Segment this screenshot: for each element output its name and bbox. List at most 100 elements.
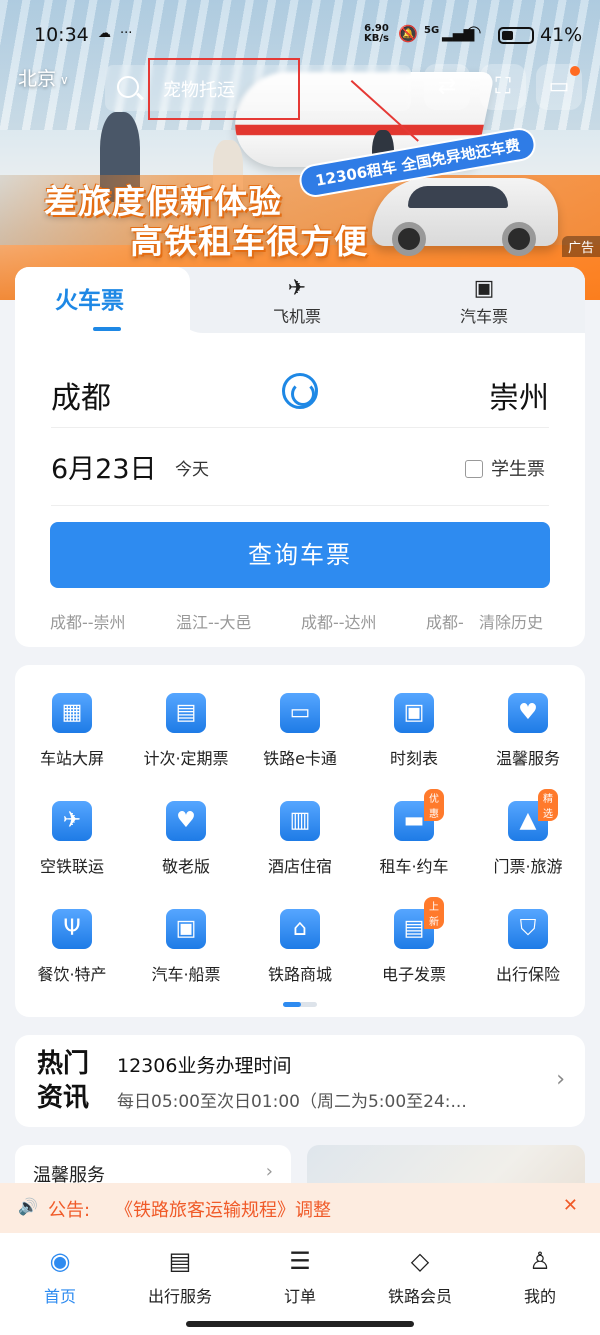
more-notifications-icon: ··· (120, 26, 133, 41)
active-tab-indicator (93, 327, 121, 331)
history-item[interactable]: 成都--达州 (301, 609, 377, 633)
service-car[interactable]: ▬ 优惠 租车·约车 (357, 789, 471, 877)
city-selector[interactable]: 北京 ∨ (18, 64, 69, 91)
service-label: 温馨服务 (495, 749, 560, 768)
news-title: 12306业务办理时间 (117, 1055, 292, 1077)
nav-luggage[interactable]: ▤ 出行服务 (120, 1245, 240, 1307)
hot-news-logo: 热门 资讯 (37, 1047, 89, 1115)
service-heart[interactable]: ♥ 敬老版 (129, 801, 243, 877)
travel-date[interactable]: 6月23日 (51, 447, 157, 486)
close-icon[interactable]: ✕ (563, 1195, 578, 1216)
service-ecard[interactable]: ▭ 铁路e卡通 (243, 693, 357, 769)
service-mountain[interactable]: ▲ 精选门票·旅游 (471, 789, 585, 877)
history-item[interactable]: 温江--大邑 (176, 609, 252, 633)
service-label: 铁路e卡通 (263, 749, 337, 768)
profile-icon: ♙ (529, 1247, 551, 1275)
service-invoice[interactable]: ▤ 上新 电子发票 (357, 897, 471, 985)
service-label: 空铁联运 (39, 857, 104, 876)
nav-diamond[interactable]: ◇ 铁路会员 (360, 1245, 480, 1307)
student-ticket-toggle[interactable]: 学生票 (465, 455, 545, 481)
divider (51, 427, 549, 428)
ticket-search-card: 火车票 ✈ 飞机票 ▣ 汽车票 成都 崇州 6月23日 今天 学生票 查询车票 … (15, 267, 585, 647)
service-label: 电子发票 (381, 965, 446, 984)
service-label: 敬老版 (161, 857, 210, 876)
nav-order[interactable]: ☰ 订单 (240, 1245, 360, 1307)
swap-stations-button[interactable] (282, 373, 318, 409)
from-station[interactable]: 成都 (51, 373, 111, 417)
chevron-right-icon: › (556, 1067, 565, 1092)
fork-knife-icon: Ψ (52, 909, 92, 949)
nav-label: 铁路会员 (387, 1287, 452, 1306)
to-station[interactable]: 崇州 (489, 373, 549, 417)
nav-label: 出行服务 (147, 1287, 212, 1306)
heart-bag-icon: ♥ (508, 693, 548, 733)
divider (51, 505, 549, 506)
checkbox[interactable] (465, 460, 483, 478)
tab-bus-tickets[interactable]: ▣ 汽车票 (460, 275, 508, 327)
service-label: 门票·旅游 (493, 857, 563, 876)
clock: 10:34 (34, 24, 89, 46)
service-building[interactable]: ▥ 酒店住宿 (243, 801, 357, 877)
announcement-text: 《铁路旅客运输规程》调整 (115, 1200, 331, 1221)
status-bar: 10:34 ☁ ··· 6.90 KB/s 🔕 5G ▂▄▆ ◠ 41% (0, 0, 600, 66)
order-icon: ☰ (289, 1247, 311, 1275)
highlight-box-annotation (148, 58, 300, 120)
services-grid: ▦ 车站大屏 ▤ 计次·定期票 ▭ 铁路e卡通 ▣ 时刻表 ♥ 温馨服务 ✈ 空铁联运 ♥ 敬老版 ▥ 酒店住… (15, 665, 585, 1017)
service-shop[interactable]: ⌂ 铁路商城 (243, 909, 357, 985)
ticket-clock-icon: ▤ (166, 693, 206, 733)
home-indicator (186, 1321, 414, 1327)
student-label: 学生票 (491, 459, 545, 480)
tab-flight-tickets[interactable]: ✈ 飞机票 (273, 275, 321, 327)
ecard-icon: ▭ (280, 693, 320, 733)
plane-icon: ✈ (287, 276, 307, 301)
announcement-bar[interactable]: 🔊 公告: 《铁路旅客运输规程》调整 ✕ (0, 1183, 600, 1233)
network-type: 5G (424, 25, 440, 36)
service-heart-bag[interactable]: ♥ 温馨服务 (471, 693, 585, 769)
news-logo-line-1: 热门 (37, 1049, 90, 1079)
mute-icon: 🔕 (398, 24, 418, 43)
service-badge: 优惠 (424, 789, 444, 821)
wifi-icon: ◠ (466, 22, 482, 43)
mountain-icon: ▲ 精选 (508, 789, 558, 841)
date-relative: 今天 (175, 460, 209, 480)
nav-label: 订单 (283, 1287, 316, 1306)
nav-home-train[interactable]: ◉ 首页 (0, 1245, 120, 1307)
bottom-nav: ◉ 首页 ▤ 出行服务 ☰ 订单 ◇ 铁路会员 ♙ 我的 (0, 1233, 600, 1335)
luggage-icon: ▤ (168, 1247, 192, 1275)
service-train-front[interactable]: ▣ 时刻表 (357, 693, 471, 769)
service-fork-knife[interactable]: Ψ 餐饮·特产 (15, 909, 129, 985)
history-item[interactable]: 成都--崇州 (50, 609, 126, 633)
service-label: 时刻表 (389, 749, 438, 768)
tab-bus-label: 汽车票 (460, 307, 509, 326)
service-label: 铁路商城 (267, 965, 332, 984)
banner-headline-2: 高铁租车很方便 (130, 222, 368, 261)
scan-button[interactable]: ⛶ (480, 64, 526, 110)
service-bus-anchor[interactable]: ▣ 汽车·船票 (129, 909, 243, 985)
history-item[interactable]: 成都- (426, 609, 464, 633)
service-label: 租车·约车 (379, 857, 449, 876)
battery-icon (498, 27, 534, 44)
nav-label: 首页 (43, 1287, 76, 1306)
service-shield-bao[interactable]: ⛉ 出行保险 (471, 909, 585, 985)
plane-train-icon: ✈ (52, 801, 92, 841)
tab-plane-label: 飞机票 (273, 307, 322, 326)
ad-label: 广告 (561, 236, 600, 257)
service-ticket-clock[interactable]: ▤ 计次·定期票 (129, 693, 243, 769)
tab-train-label: 火车票 (55, 288, 124, 314)
nav-profile[interactable]: ♙ 我的 (480, 1245, 600, 1307)
query-tickets-button[interactable]: 查询车票 (50, 522, 550, 588)
chevron-down-icon: ∨ (60, 72, 69, 87)
network-speed: 6.90 KB/s (364, 24, 389, 44)
calendar-grid-icon: ▦ (52, 693, 92, 733)
hot-news-card[interactable]: 热门 资讯 12306业务办理时间 每日05:00至次日01:00（周二为5:0… (15, 1035, 585, 1127)
messages-button[interactable]: ▭ (536, 64, 582, 110)
diamond-icon: ◇ (410, 1247, 430, 1275)
clear-history-button[interactable]: 清除历史 (479, 609, 543, 633)
tab-train-tickets[interactable]: 火车票 (55, 281, 124, 315)
switch-button[interactable]: ⇄ (424, 64, 470, 110)
shop-icon: ⌂ (280, 909, 320, 949)
net-speed-unit: KB/s (364, 33, 389, 44)
service-calendar-grid[interactable]: ▦ 车站大屏 (15, 693, 129, 769)
service-plane-train[interactable]: ✈ 空铁联运 (15, 801, 129, 877)
heart-icon: ♥ (166, 801, 206, 841)
